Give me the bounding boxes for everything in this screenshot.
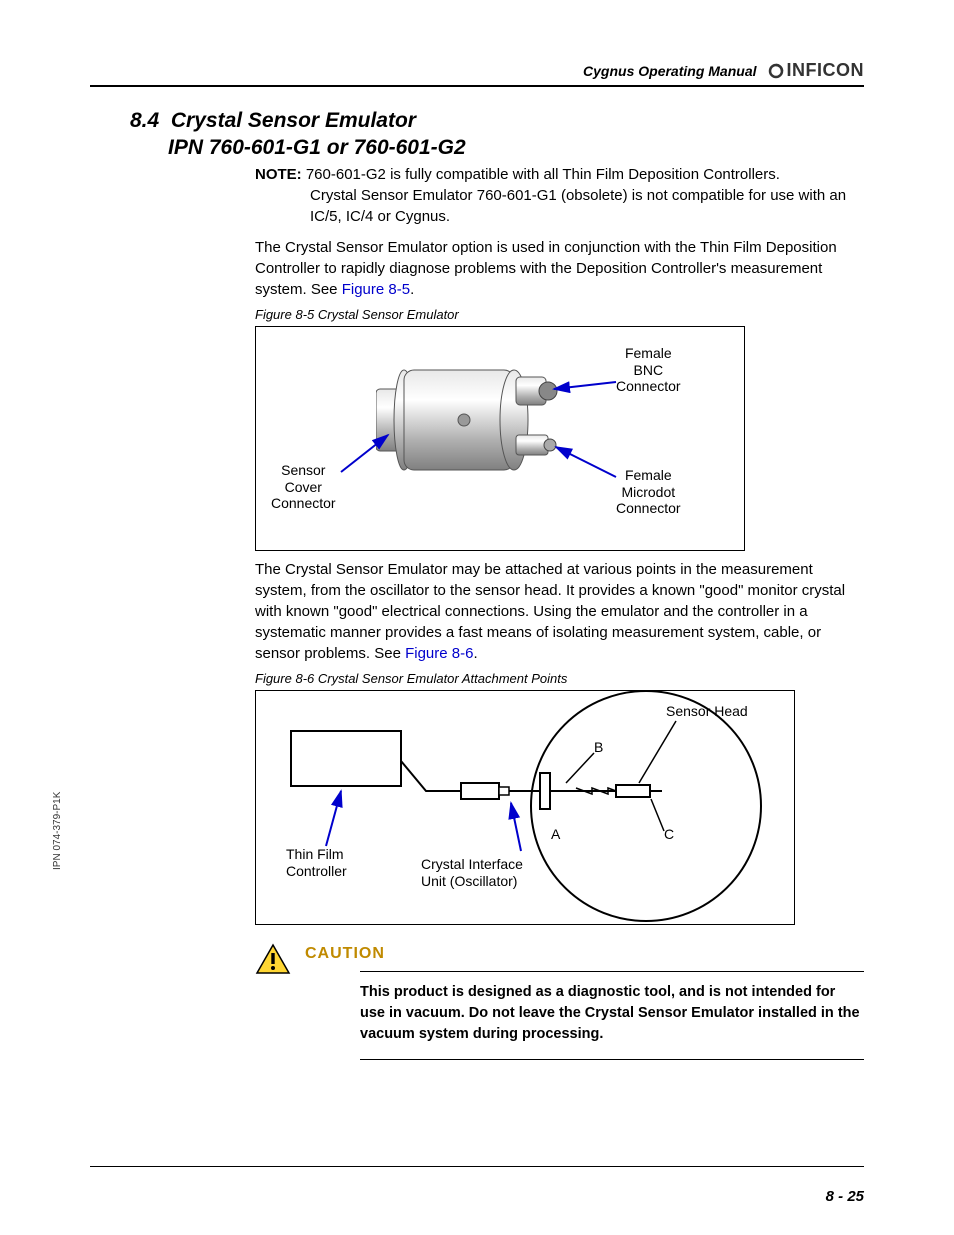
header-rule	[90, 85, 864, 87]
label-microdot: Female Microdot Connector	[616, 467, 681, 517]
label-micro-l3: Connector	[616, 500, 681, 516]
section-title-line2: IPN 760-601-G1 or 760-601-G2	[168, 134, 864, 161]
label-ciu-l2: Unit (Oscillator)	[421, 873, 517, 889]
section-heading: 8.4 Crystal Sensor Emulator IPN 760-601-…	[130, 107, 864, 162]
label-ciu: Crystal Interface Unit (Oscillator)	[421, 856, 523, 890]
label-thin-film-l2: Controller	[286, 863, 347, 879]
section-number: 8.4	[130, 109, 159, 132]
label-cover-l2: Cover	[285, 479, 322, 495]
paragraph-2: The Crystal Sensor Emulator may be attac…	[255, 559, 864, 664]
label-cover-l1: Sensor	[281, 462, 325, 478]
label-c: C	[664, 826, 674, 843]
caution-rule-bottom	[360, 1059, 864, 1060]
document-title: Cygnus Operating Manual	[583, 63, 756, 79]
label-thin-film-l1: Thin Film	[286, 846, 344, 862]
para2-text: The Crystal Sensor Emulator may be attac…	[255, 561, 845, 662]
footer-rule	[90, 1166, 864, 1167]
paragraph-1: The Crystal Sensor Emulator option is us…	[255, 237, 864, 300]
label-a: A	[551, 826, 560, 843]
note-line2: Crystal Sensor Emulator 760-601-G1 (obso…	[310, 185, 864, 227]
caution-icon	[255, 943, 291, 975]
note-line1: 760-601-G2 is fully compatible with all …	[306, 166, 780, 183]
caution-block: CAUTION This product is designed as a di…	[255, 943, 864, 1070]
figure-8-6: Sensor Head B C A Thin Film Controller C…	[255, 690, 795, 925]
para2-after: .	[473, 645, 477, 662]
note-label: NOTE:	[255, 166, 302, 183]
caution-text: This product is designed as a diagnostic…	[360, 982, 864, 1045]
logo-icon	[767, 62, 785, 80]
brand-logo: INFICON	[767, 60, 865, 81]
label-thin-film: Thin Film Controller	[286, 846, 347, 880]
label-cover-l3: Connector	[271, 495, 336, 511]
label-ciu-l1: Crystal Interface	[421, 856, 523, 872]
label-micro-l1: Female	[625, 467, 672, 483]
figure-8-5-caption: Figure 8-5 Crystal Sensor Emulator	[255, 306, 864, 324]
label-micro-l2: Microdot	[621, 484, 675, 500]
note-block: NOTE: 760-601-G2 is fully compatible wit…	[255, 164, 864, 227]
para1-after: .	[410, 281, 414, 298]
label-bnc-l2: BNC	[634, 362, 664, 378]
emulator-device-image	[376, 347, 586, 507]
figure-8-5-link[interactable]: Figure 8-5	[342, 281, 410, 298]
label-bnc: Female BNC Connector	[616, 345, 681, 395]
label-sensor-head: Sensor Head	[666, 703, 748, 720]
label-cover: Sensor Cover Connector	[271, 462, 336, 512]
figure-8-5: Female BNC Connector Female Microdot Con…	[255, 326, 745, 551]
caution-rule-top	[360, 971, 864, 972]
figure-8-6-diagram	[256, 691, 796, 926]
brand-name: INFICON	[787, 60, 865, 81]
figure-8-6-link[interactable]: Figure 8-6	[405, 645, 473, 662]
page-number: 8 - 25	[826, 1188, 864, 1205]
label-b: B	[594, 739, 603, 756]
label-bnc-l1: Female	[625, 345, 672, 361]
side-ipn: IPN 074-379-P1K	[52, 792, 63, 870]
section-title-line1: Crystal Sensor Emulator	[171, 109, 416, 132]
label-bnc-l3: Connector	[616, 378, 681, 394]
caution-title: CAUTION	[305, 943, 864, 965]
figure-8-6-caption: Figure 8-6 Crystal Sensor Emulator Attac…	[255, 670, 864, 688]
page-header: Cygnus Operating Manual INFICON	[90, 60, 864, 81]
